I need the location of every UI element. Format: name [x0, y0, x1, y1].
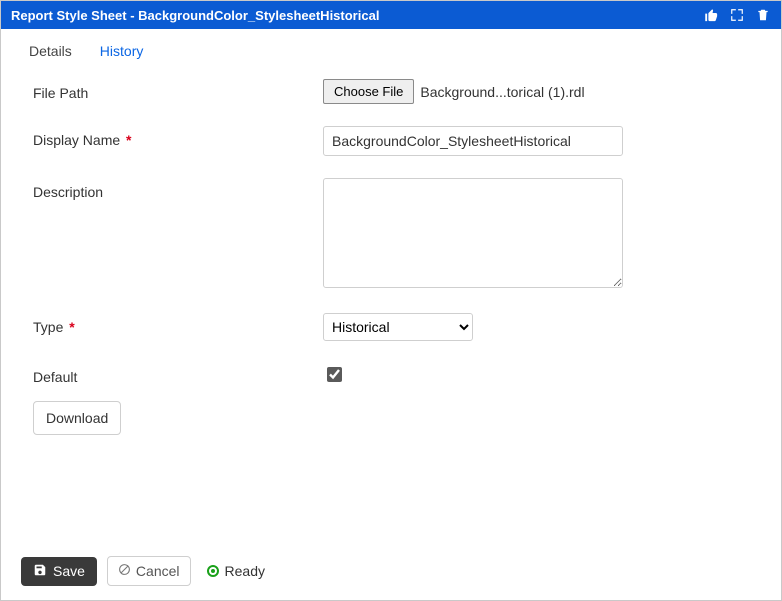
- fullscreen-icon[interactable]: [729, 7, 745, 23]
- label-type: Type *: [33, 313, 323, 335]
- window-title: Report Style Sheet - BackgroundColor_Sty…: [11, 8, 703, 23]
- tab-history[interactable]: History: [100, 43, 144, 59]
- cancel-icon: [118, 563, 131, 579]
- required-asterisk: *: [126, 132, 131, 148]
- type-select[interactable]: Historical: [323, 313, 473, 341]
- window: Report Style Sheet - BackgroundColor_Sty…: [0, 0, 782, 601]
- titlebar: Report Style Sheet - BackgroundColor_Sty…: [1, 1, 781, 29]
- status-text: Ready: [225, 563, 265, 579]
- field-display-name: [323, 126, 749, 156]
- choose-file-button[interactable]: Choose File: [323, 79, 414, 104]
- row-download: Download: [33, 407, 749, 435]
- label-default: Default: [33, 363, 323, 385]
- label-display-name-text: Display Name: [33, 132, 120, 148]
- save-button-label: Save: [53, 563, 85, 579]
- field-default: [323, 363, 749, 385]
- save-button[interactable]: Save: [21, 557, 97, 586]
- display-name-input[interactable]: [323, 126, 623, 156]
- download-button[interactable]: Download: [33, 401, 121, 435]
- description-textarea[interactable]: [323, 178, 623, 288]
- label-display-name: Display Name *: [33, 126, 323, 148]
- row-description: Description: [33, 178, 749, 291]
- label-file-path-text: File Path: [33, 85, 88, 101]
- tab-details[interactable]: Details: [29, 43, 72, 59]
- row-type: Type * Historical: [33, 313, 749, 341]
- label-description: Description: [33, 178, 323, 200]
- required-asterisk: *: [69, 319, 74, 335]
- selected-file-name: Background...torical (1).rdl: [420, 84, 584, 100]
- footer: Save Cancel Ready: [1, 546, 781, 600]
- cancel-button-label: Cancel: [136, 563, 180, 579]
- row-default: Default: [33, 363, 749, 385]
- status-dot-icon: [207, 565, 219, 577]
- field-type: Historical: [323, 313, 749, 341]
- row-file-path: File Path Choose File Background...toric…: [33, 79, 749, 104]
- status: Ready: [207, 563, 265, 579]
- row-display-name: Display Name *: [33, 126, 749, 156]
- default-checkbox[interactable]: [327, 367, 342, 382]
- save-icon: [33, 563, 47, 580]
- cancel-button[interactable]: Cancel: [107, 556, 191, 586]
- tabs: Details History: [1, 29, 781, 69]
- label-file-path: File Path: [33, 79, 323, 101]
- trash-icon[interactable]: [755, 7, 771, 23]
- field-file-path: Choose File Background...torical (1).rdl: [323, 79, 749, 104]
- titlebar-icons: [703, 7, 771, 23]
- label-type-text: Type: [33, 319, 63, 335]
- form-area: File Path Choose File Background...toric…: [1, 69, 781, 546]
- field-description: [323, 178, 749, 291]
- thumbs-up-icon[interactable]: [703, 7, 719, 23]
